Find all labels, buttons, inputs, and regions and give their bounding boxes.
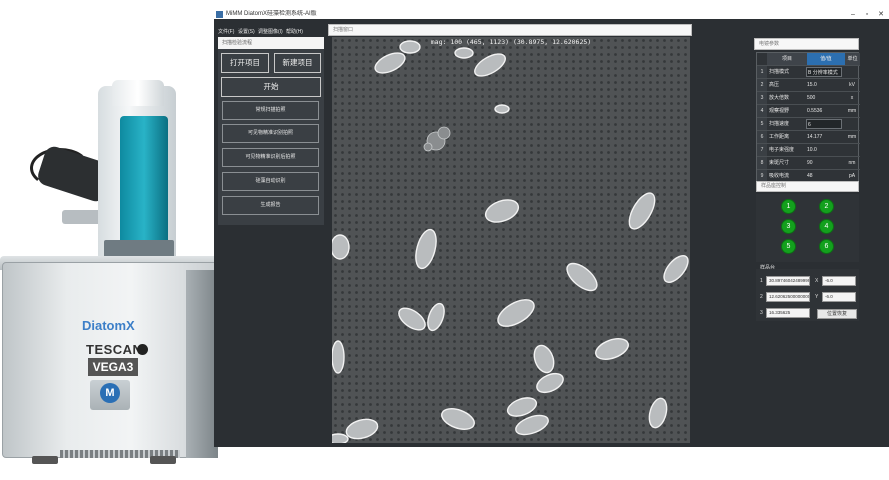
title-bar: MiMM DiatomX硅藻检测系统-AI版 – ▫ ✕ (214, 10, 889, 19)
params-row: 7 电子束强度 10.0 (757, 143, 860, 156)
params-row-unit: x (850, 95, 854, 101)
holder-position-5-button[interactable]: 5 (781, 239, 796, 254)
stage-x-axis-label: X (815, 278, 819, 284)
params-row-index: 1 (757, 66, 767, 78)
stage-x-field[interactable]: 30.8974604248999996 (766, 276, 810, 286)
holder-position-4-button[interactable]: 4 (819, 219, 834, 234)
params-row-value: 14.177 (807, 134, 823, 140)
minimize-button[interactable]: – (846, 10, 860, 19)
params-table: 项目 值/值 单位 1 扫描模式 B 分辨率模式 2 高压 15.0 kV 3 放大倍数 500 x… (756, 52, 860, 184)
menu-adjust-image[interactable]: 调整图像(I) (258, 28, 283, 36)
params-row-name: 高压 (769, 82, 780, 88)
scan-window-header: 扫描窗口 (328, 24, 692, 36)
sem-instrument-photo: DiatomX TESCAN VEGA3 M (0, 80, 222, 480)
instrument-column-cover (120, 116, 168, 256)
holder-position-2-button[interactable]: 2 (819, 199, 834, 214)
params-row-index: 7 (757, 144, 767, 156)
params-row-unit: kV (849, 82, 855, 88)
stage-row-index: 1 (760, 278, 763, 284)
sem-micrograph (332, 37, 690, 443)
step-generate-report-button[interactable]: 生成报告 (222, 196, 319, 215)
restore-position-button[interactable]: 位置恢复 (817, 309, 857, 319)
params-col-item: 项目 (767, 53, 807, 65)
params-row-value[interactable]: 6 (806, 119, 842, 129)
stage-row-index: 3 (760, 310, 763, 316)
params-row-name: 扫描速度 (769, 121, 790, 127)
sem-image-view[interactable]: mag: 100 (465, 1123) (30.8975, 12.620625… (332, 37, 690, 443)
step-post-recognition-button[interactable]: 可见物精准识别后拍照 (222, 148, 319, 167)
params-header: 电镜参数 (754, 38, 859, 50)
mimm-logo-icon: M (100, 383, 120, 403)
params-row-name: 放大倍数 (769, 95, 790, 101)
tescan-logo-icon (137, 344, 148, 355)
params-col-unit: 单位 (845, 53, 860, 65)
params-row-index: 6 (757, 131, 767, 143)
params-row-value: 10.0 (807, 147, 817, 153)
workflow-header: 扫描检验流程 (218, 37, 324, 49)
menu-bar: 文件(F) 设置(S) 调整图像(I) 帮助(H) (214, 28, 326, 36)
sem-coordinates-overlay: mag: 100 (465, 1123) (30.8975, 12.620625… (430, 38, 592, 46)
stage-x-step-field[interactable]: -6.0 (822, 276, 856, 286)
params-row-name: 扫描模式 (769, 69, 790, 75)
start-button[interactable]: 开始 (221, 77, 321, 97)
app-icon (216, 11, 223, 18)
params-row-index: 5 (757, 118, 767, 130)
params-row-value: 500 (807, 95, 816, 101)
params-row-name: 工作距离 (769, 134, 790, 140)
stage-y-step-field[interactable]: -6.0 (822, 292, 856, 302)
params-row: 2 高压 15.0 kV (757, 78, 860, 91)
brand-vega3: VEGA3 (88, 358, 138, 376)
params-row: 6 工作距离 14.177 mm (757, 130, 860, 143)
close-button[interactable]: ✕ (874, 10, 888, 19)
holder-header: 样品座控制 (756, 181, 859, 192)
params-row: 1 扫描模式 B 分辨率模式 (757, 65, 860, 78)
new-project-button[interactable]: 新建项目 (274, 53, 321, 73)
stage-y-axis-label: Y (815, 294, 819, 300)
params-row-index: 3 (757, 92, 767, 104)
params-row-index: 2 (757, 79, 767, 91)
stage-row-index: 2 (760, 294, 763, 300)
holder-position-3-button[interactable]: 3 (781, 219, 796, 234)
params-row: 3 放大倍数 500 x (757, 91, 860, 104)
open-project-button[interactable]: 打开项目 (221, 53, 269, 73)
instrument-foot-right (150, 456, 176, 464)
params-row: 8 束斑尺寸 90 nm (757, 156, 860, 169)
params-col-value: 值/值 (807, 53, 845, 65)
params-row-index: 4 (757, 105, 767, 117)
params-row: 9 吸收电流 48 pA (757, 169, 860, 182)
step-diatom-auto-detect-button[interactable]: 硅藻自动识别 (222, 172, 319, 191)
holder-grid: 1 2 3 4 5 6 (756, 194, 859, 262)
params-row-value: 0.5536 (807, 108, 823, 114)
window-title: MiMM DiatomX硅藻检测系统-AI版 (226, 11, 317, 17)
params-row-name: 束斑尺寸 (769, 160, 790, 166)
menu-settings[interactable]: 设置(S) (238, 28, 255, 36)
stage-y-field[interactable]: 12.62062500000000001 (766, 292, 810, 302)
params-row-unit: mm (847, 134, 857, 140)
stage-z-field[interactable]: 16.335625 (766, 308, 810, 318)
step-regular-scan-button[interactable]: 常规扫描拍照 (222, 101, 319, 120)
params-row-unit: nm (848, 160, 856, 166)
params-row-index: 8 (757, 157, 767, 169)
brand-diatomx: DiatomX (82, 318, 135, 333)
instrument-foot-left (32, 456, 58, 464)
params-row-value: 90 (807, 160, 813, 166)
instrument-column-cap (112, 80, 164, 106)
holder-position-6-button[interactable]: 6 (819, 239, 834, 254)
params-row-name: 观察视野 (769, 108, 790, 114)
maximize-button[interactable]: ▫ (860, 10, 874, 19)
holder-position-1-button[interactable]: 1 (781, 199, 796, 214)
menu-file[interactable]: 文件(F) (218, 28, 234, 36)
brand-tescan: TESCAN (86, 342, 143, 357)
params-row-value[interactable]: B 分辨率模式 (806, 67, 842, 77)
params-row-unit: mm (847, 108, 857, 114)
params-row: 4 观察视野 0.5536 mm (757, 104, 860, 117)
params-row: 5 扫描速度 6 (757, 117, 860, 130)
params-row-name: 电子束强度 (769, 147, 795, 153)
app-window: MiMM DiatomX硅藻检测系统-AI版 – ▫ ✕ 文件(F) 设置(S)… (214, 10, 889, 447)
workflow-panel: 扫描检验流程 打开项目 新建项目 开始 常规扫描拍照 可见物精准识别拍照 可见物… (218, 37, 324, 225)
step-visible-recognition-button[interactable]: 可见物精准识别拍照 (222, 124, 319, 143)
menu-help[interactable]: 帮助(H) (286, 28, 303, 36)
params-row-value: 15.0 (807, 82, 817, 88)
